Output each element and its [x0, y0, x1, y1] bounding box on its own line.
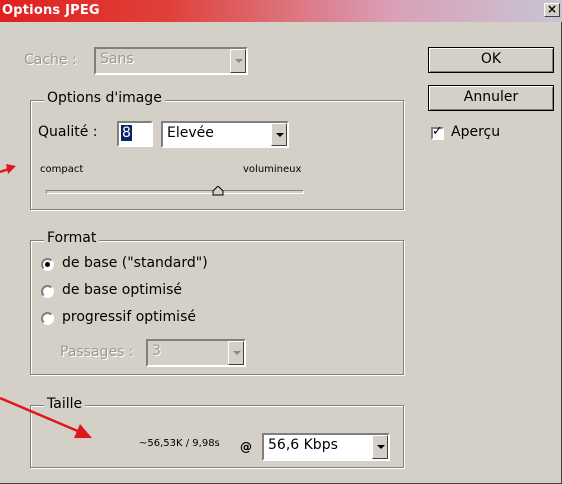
- annotation-arrow-icon: [0, 164, 16, 174]
- annotation-overlay: [0, 164, 92, 438]
- annotation-arrow-icon: [0, 396, 92, 438]
